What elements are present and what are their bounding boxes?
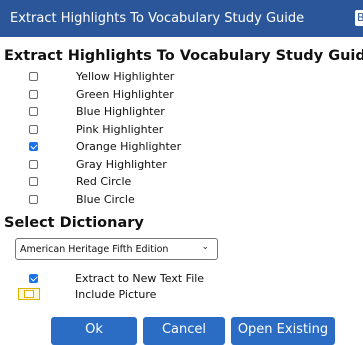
checkbox[interactable] xyxy=(29,159,38,169)
highlighter-option-gray[interactable]: Gray Highlighter xyxy=(0,156,363,174)
highlighter-label: Blue Circle xyxy=(76,192,135,206)
dictionary-selected-value: American Heritage Fifth Edition xyxy=(20,243,169,255)
checkbox[interactable] xyxy=(29,72,38,82)
include-picture-label: Include Picture xyxy=(75,288,157,301)
highlighter-label: Yellow Highlighter xyxy=(76,70,175,84)
include-picture-toggle[interactable] xyxy=(18,288,40,300)
checkbox[interactable] xyxy=(29,89,38,99)
checkbox[interactable] xyxy=(29,177,38,187)
chevron-down-icon: ⌄ xyxy=(201,242,209,252)
highlighter-option-blue[interactable]: Blue Highlighter xyxy=(0,103,363,121)
highlighter-option-yellow[interactable]: Yellow Highlighter xyxy=(0,68,363,86)
dictionary-heading: Select Dictionary xyxy=(4,215,144,231)
dictionary-select[interactable]: American Heritage Fifth Edition ⌄ xyxy=(15,238,218,260)
open-existing-button[interactable]: Open Existing xyxy=(231,317,335,345)
highlighter-option-pink[interactable]: Pink Highlighter xyxy=(0,121,363,139)
highlighter-option-blue-circle[interactable]: Blue Circle xyxy=(0,191,363,209)
highlighter-option-red-circle[interactable]: Red Circle xyxy=(0,173,363,191)
highlighter-option-orange[interactable]: Orange Highlighter xyxy=(0,138,363,156)
include-picture-option[interactable]: Include Picture xyxy=(0,287,363,303)
cancel-button[interactable]: Cancel xyxy=(143,317,225,345)
highlighter-label: Blue Highlighter xyxy=(76,105,165,119)
page-heading: Extract Highlights To Vocabulary Study G… xyxy=(4,48,363,64)
window-title: Extract Highlights To Vocabulary Study G… xyxy=(10,11,305,26)
highlighter-label: Orange Highlighter xyxy=(76,140,182,154)
highlighter-label: Green Highlighter xyxy=(76,87,174,101)
title-bar: Extract Highlights To Vocabulary Study G… xyxy=(0,0,363,37)
close-icon[interactable]: B xyxy=(355,10,363,26)
extract-new-file-label: Extract to New Text File xyxy=(75,272,205,285)
ok-button[interactable]: Ok xyxy=(51,317,137,345)
checkbox[interactable] xyxy=(29,274,38,283)
highlighter-list: Yellow Highlighter Green Highlighter Blu… xyxy=(0,68,363,208)
highlighter-label: Gray Highlighter xyxy=(76,157,167,171)
checkbox[interactable] xyxy=(29,142,38,152)
checkbox[interactable] xyxy=(29,124,38,134)
checkbox[interactable] xyxy=(29,194,38,204)
extract-new-file-option[interactable]: Extract to New Text File xyxy=(0,271,363,287)
highlighter-label: Red Circle xyxy=(76,175,132,189)
highlighter-label: Pink Highlighter xyxy=(76,122,164,136)
highlighter-option-green[interactable]: Green Highlighter xyxy=(0,86,363,104)
checkbox[interactable] xyxy=(29,107,38,117)
